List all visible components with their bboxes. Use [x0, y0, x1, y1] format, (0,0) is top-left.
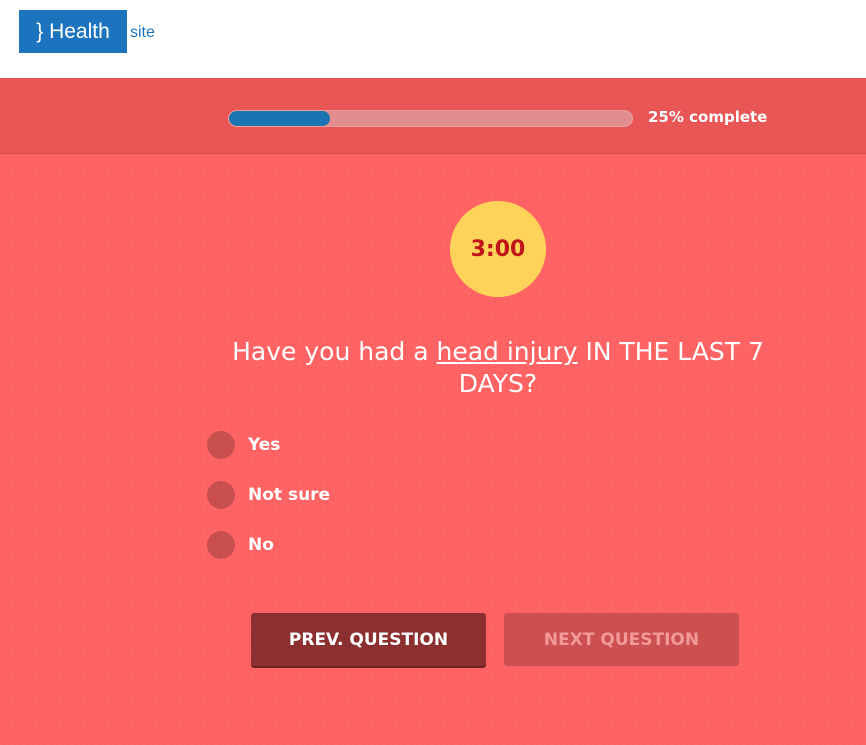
- radio-not-sure[interactable]: [207, 481, 235, 509]
- question-text: Have you had a head injury IN THE LAST 7…: [210, 336, 786, 400]
- quiz-panel: 3:00 Have you had a head injury IN THE L…: [0, 154, 866, 745]
- site-logo-suffix: site: [130, 24, 155, 41]
- radio-no[interactable]: [207, 531, 235, 559]
- progress-label: 25% complete: [648, 108, 768, 126]
- prev-question-button[interactable]: PREV. QUESTION: [251, 613, 486, 666]
- next-question-button[interactable]: NEXT QUESTION: [504, 613, 739, 666]
- question-prefix: Have you had a: [232, 337, 437, 366]
- radio-yes[interactable]: [207, 431, 235, 459]
- option-label-yes: Yes: [248, 435, 281, 455]
- progress-bar: [228, 110, 633, 127]
- progress-band: 25% complete: [0, 78, 866, 154]
- option-label-not-sure: Not sure: [248, 485, 331, 505]
- progress-bar-fill: [229, 111, 330, 126]
- option-not-sure[interactable]: Not sure: [207, 481, 330, 509]
- option-label-no: No: [248, 535, 274, 555]
- site-header: } Health site: [0, 0, 866, 78]
- option-yes[interactable]: Yes: [207, 431, 280, 459]
- site-logo[interactable]: } Health: [19, 10, 127, 53]
- option-no[interactable]: No: [207, 531, 274, 559]
- head-injury-link[interactable]: head injury: [436, 337, 577, 366]
- countdown-timer: 3:00: [450, 201, 546, 297]
- timer-value: 3:00: [470, 236, 526, 262]
